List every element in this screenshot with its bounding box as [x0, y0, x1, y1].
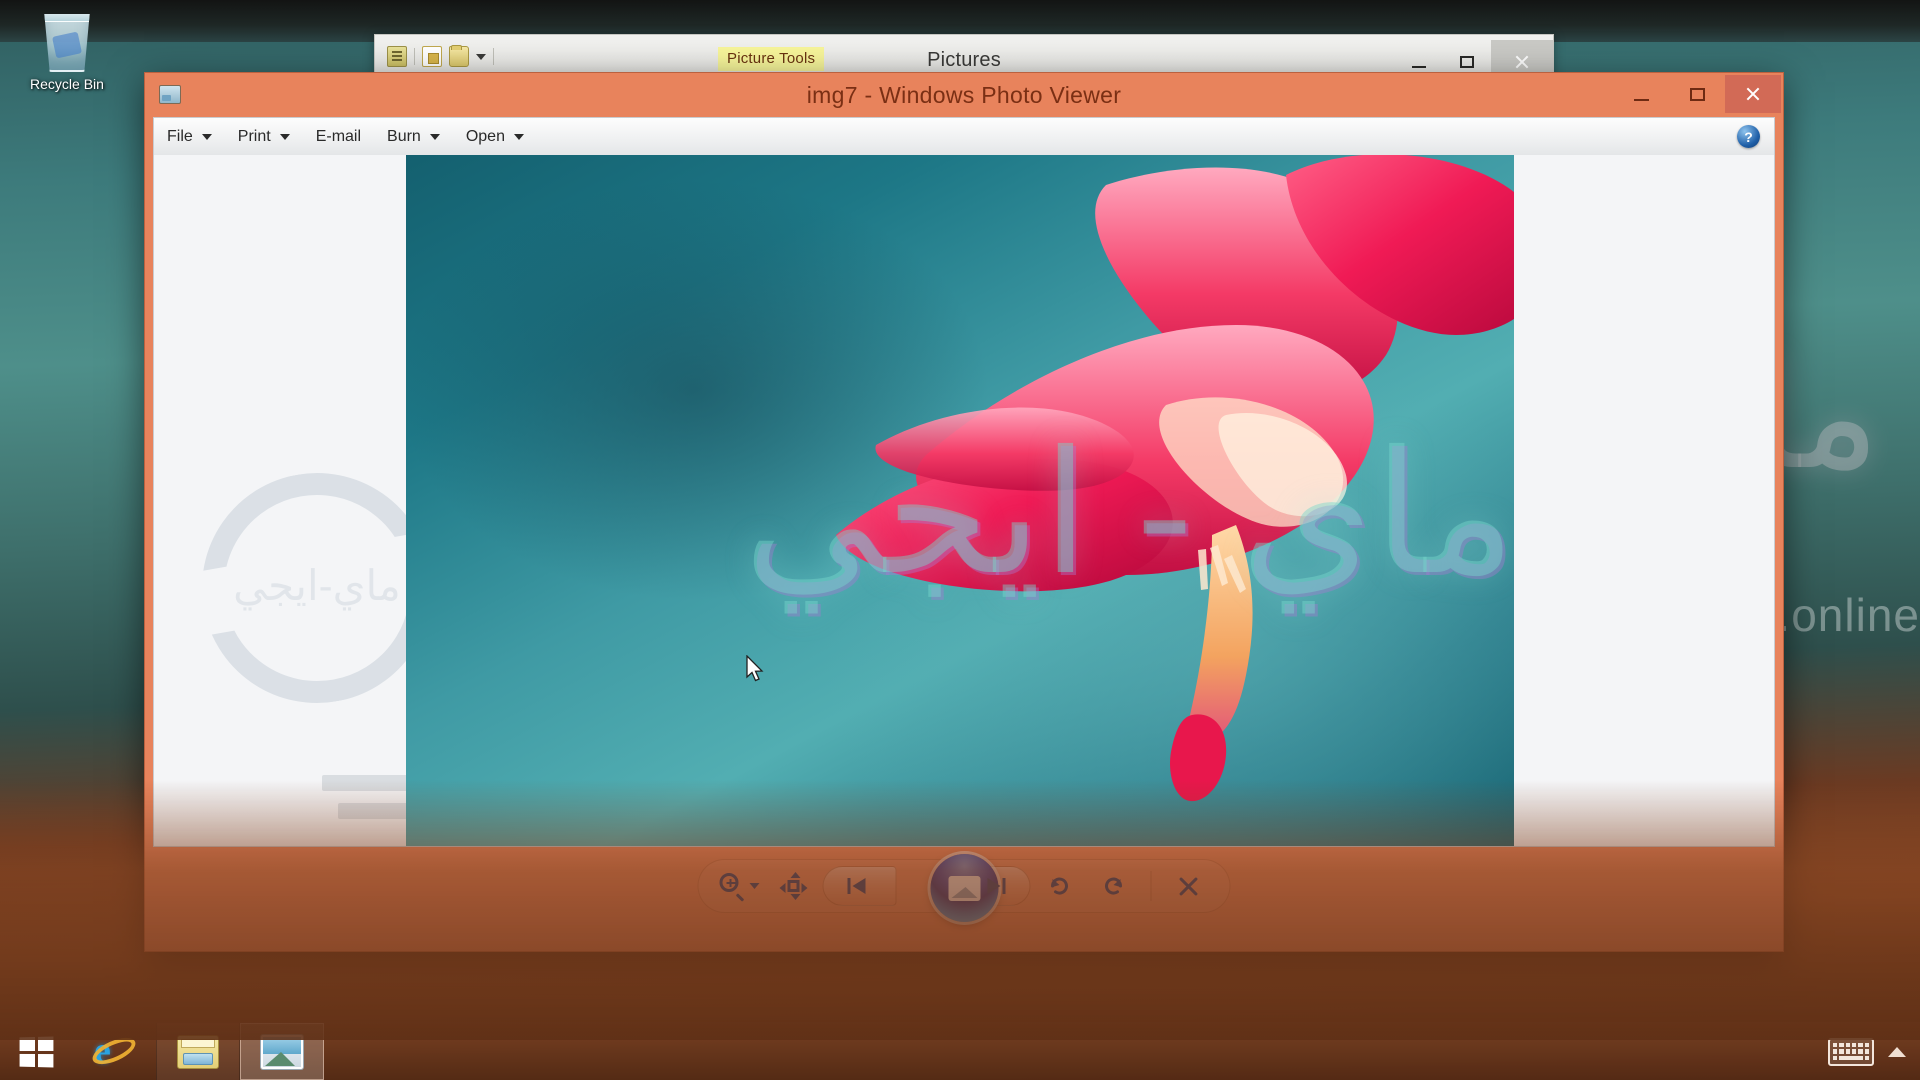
- show-hidden-icons-icon[interactable]: [1888, 1046, 1906, 1057]
- menu-item-email[interactable]: E-mail: [303, 121, 374, 153]
- photo-viewer-canvas[interactable]: ماي-ايجي ماي - ايجي: [153, 155, 1775, 847]
- menu-item-label: E-mail: [315, 127, 362, 145]
- taskbar-item-internet-explorer[interactable]: e: [72, 1023, 156, 1080]
- help-icon[interactable]: ?: [1737, 125, 1760, 148]
- rotate-counterclockwise-button[interactable]: [1035, 865, 1085, 907]
- touch-keyboard-icon[interactable]: [1828, 1037, 1874, 1066]
- maximize-icon: [1689, 87, 1705, 101]
- photo-viewer-window-controls[interactable]: [1613, 75, 1781, 113]
- displayed-photo[interactable]: ماي - ايجي: [406, 155, 1514, 846]
- delete-x-icon: [1177, 874, 1201, 898]
- system-tray[interactable]: [1828, 1023, 1920, 1080]
- canvas-watermark-text: ماي-ايجي: [233, 562, 401, 609]
- maximize-icon: [1460, 56, 1474, 68]
- recycle-bin-label: Recycle Bin: [30, 76, 104, 92]
- photo-viewer-titlebar[interactable]: img7 - Windows Photo Viewer: [145, 73, 1783, 117]
- menu-item-file[interactable]: File: [154, 121, 225, 153]
- close-icon: [1514, 54, 1530, 70]
- canvas-watermark-logo: ماي-ايجي: [202, 473, 432, 703]
- photo-viewer-icon: [261, 1034, 303, 1069]
- menu-item-label: File: [167, 127, 193, 145]
- photo-viewer-maximize-button[interactable]: [1669, 75, 1725, 113]
- internet-explorer-icon: e: [88, 1032, 140, 1070]
- photo-viewer-title: img7 - Windows Photo Viewer: [806, 82, 1122, 108]
- next-icon: [982, 878, 1006, 894]
- delete-button[interactable]: [1164, 865, 1214, 907]
- desktop-icon-recycle-bin[interactable]: Recycle Bin: [12, 14, 122, 92]
- chevron-down-icon: [513, 133, 524, 140]
- menu-item-print[interactable]: Print: [225, 121, 303, 153]
- close-icon: [1745, 86, 1761, 102]
- zoom-button[interactable]: [715, 865, 765, 907]
- menu-item-label: Burn: [387, 127, 421, 145]
- taskbar-item-file-explorer[interactable]: [156, 1023, 240, 1080]
- flower-artwork: [836, 155, 1514, 802]
- menu-item-open[interactable]: Open: [453, 121, 537, 153]
- menu-item-burn[interactable]: Burn: [374, 121, 453, 153]
- fit-to-window-icon: [779, 872, 808, 900]
- photo-viewer-window[interactable]: img7 - Windows Photo Viewer File Print E…: [144, 72, 1784, 952]
- previous-button[interactable]: [822, 866, 897, 906]
- file-explorer-icon: [177, 1034, 219, 1069]
- start-button[interactable]: [0, 1023, 72, 1080]
- explorer-title: Pictures: [927, 49, 1001, 71]
- windows-logo-icon: [19, 1036, 54, 1067]
- chevron-down-icon: [429, 133, 440, 140]
- taskbar-item-photo-viewer[interactable]: [240, 1023, 324, 1080]
- photo-viewer-minimize-button[interactable]: [1613, 75, 1669, 113]
- chevron-down-icon: [749, 883, 760, 889]
- desktop[interactable]: ماي - ايجي my-egy.online Recycle Bin Pic…: [0, 0, 1920, 1080]
- toolbar-pill[interactable]: [697, 854, 1231, 922]
- photo-viewer-close-button[interactable]: [1725, 75, 1781, 113]
- photo-viewer-menubar[interactable]: File Print E-mail Burn Open ?: [153, 117, 1775, 155]
- previous-icon: [847, 878, 872, 894]
- taskbar[interactable]: e: [0, 1022, 1920, 1080]
- recycle-bin-icon: [44, 14, 90, 72]
- menu-item-label: Print: [237, 127, 271, 145]
- slideshow-icon: [948, 875, 980, 901]
- photo-viewer-toolbar[interactable]: [145, 843, 1783, 951]
- rotate-clockwise-button[interactable]: [1089, 865, 1139, 907]
- minimize-icon: [1633, 98, 1649, 101]
- toolbar-divider: [1150, 871, 1152, 901]
- chevron-down-icon: [201, 133, 212, 140]
- rotate-counterclockwise-icon: [1047, 873, 1073, 899]
- magnifier-plus-icon: [719, 873, 746, 902]
- chevron-down-icon: [279, 133, 290, 140]
- fit-to-window-button[interactable]: [769, 865, 819, 907]
- rotate-clockwise-icon: [1101, 873, 1127, 899]
- menu-item-label: Open: [465, 127, 505, 145]
- minimize-icon: [1412, 66, 1426, 68]
